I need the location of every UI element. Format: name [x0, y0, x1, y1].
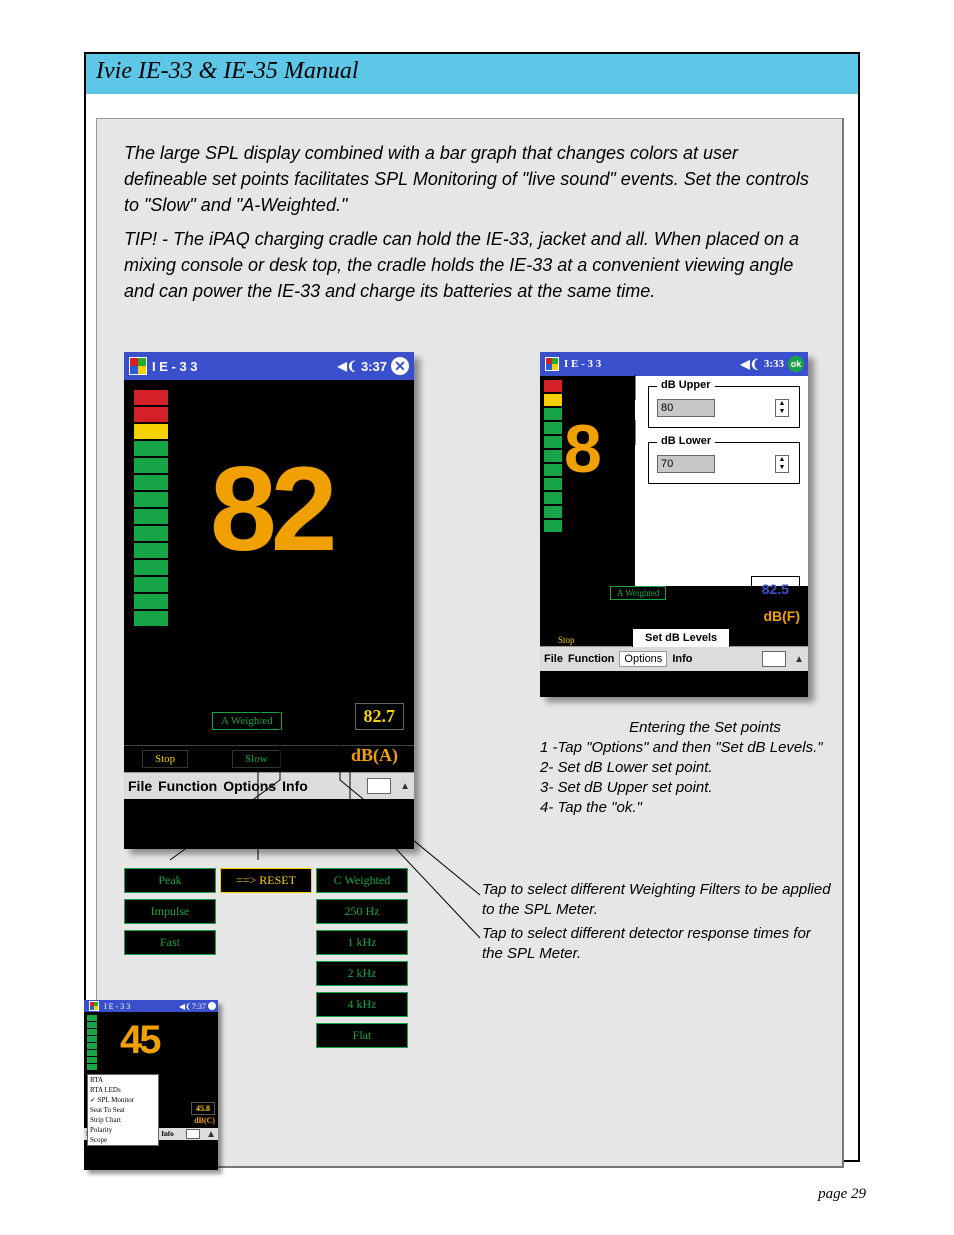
- clock: 3:37: [361, 359, 387, 374]
- speaker-icon[interactable]: ◀❨: [741, 357, 760, 372]
- close-icon[interactable]: [208, 1002, 216, 1010]
- sip-keyboard-icon[interactable]: [186, 1129, 200, 1139]
- clock: 7:37: [192, 1002, 206, 1011]
- opt-impulse[interactable]: Impulse: [124, 899, 216, 924]
- detector-options-column: Peak Impulse Fast: [124, 868, 216, 961]
- instr-4: 4- Tap the "ok.": [540, 798, 830, 818]
- opt-250hz[interactable]: 250 Hz: [316, 899, 408, 924]
- weighting-selector[interactable]: A Weighted: [212, 712, 282, 730]
- menu-function[interactable]: Function: [158, 778, 217, 794]
- weighting-selector[interactable]: A Weighted: [610, 586, 666, 600]
- speaker-icon[interactable]: ◀❨: [179, 1002, 192, 1011]
- menu-info[interactable]: Info: [161, 1130, 173, 1138]
- page-number: page 29: [818, 1186, 866, 1203]
- db-lower-label: dB Lower: [657, 435, 715, 447]
- tab-set-db-levels[interactable]: Set dB Levels: [632, 628, 730, 647]
- opt-reset[interactable]: ==> RESET: [220, 868, 312, 893]
- spl-minor-readout: 45.8: [191, 1102, 215, 1115]
- opt-peak[interactable]: Peak: [124, 868, 216, 893]
- menu-options[interactable]: Options: [223, 778, 276, 794]
- sip-chevron-up-icon[interactable]: ▲: [400, 781, 410, 792]
- window-titlebar: I E - 3 3 ◀❨ 3:37 ✕: [124, 352, 414, 380]
- sip-chevron-up-icon[interactable]: ▲: [206, 1129, 216, 1140]
- clock: 3:33: [764, 358, 784, 370]
- app-title: I E - 3 3: [152, 359, 198, 374]
- menu-item[interactable]: Seat To Seat: [88, 1105, 158, 1115]
- windows-start-icon[interactable]: [89, 1001, 99, 1011]
- level-bargraph: [134, 390, 168, 626]
- menu-info[interactable]: Info: [672, 653, 692, 665]
- db-upper-input[interactable]: 80: [657, 399, 715, 417]
- stop-button[interactable]: Stop: [550, 634, 583, 646]
- opt-2khz[interactable]: 2 kHz: [316, 961, 408, 986]
- function-menu-screenshot-mini: I E - 3 3 ◀❨ 7:37 45 RTA RTA LEDs SPL Mo…: [84, 1000, 218, 1170]
- close-icon[interactable]: ✕: [391, 357, 409, 375]
- reset-column: ==> RESET: [220, 868, 312, 899]
- opt-1khz[interactable]: 1 kHz: [316, 930, 408, 955]
- db-lower-spinner[interactable]: ▲▼: [775, 455, 789, 473]
- spl-monitor-screenshot-large: I E - 3 3 ◀❨ 3:37 ✕ 82 A Weighted 82.7 d…: [124, 352, 414, 848]
- ok-button[interactable]: ok: [788, 356, 804, 372]
- windows-start-icon[interactable]: [545, 357, 559, 371]
- db-upper-label: dB Upper: [657, 379, 715, 391]
- db-lower-input[interactable]: 70: [657, 455, 715, 473]
- db-upper-spinner[interactable]: ▲▼: [775, 399, 789, 417]
- weighting-options-column: C Weighted 250 Hz 1 kHz 2 kHz 4 kHz Flat: [316, 868, 408, 1054]
- menu-item-checked[interactable]: SPL Monitor: [88, 1095, 158, 1105]
- instr-2: 2- Set dB Lower set point.: [540, 758, 830, 778]
- partial-readout: 8: [564, 410, 634, 480]
- menu-options[interactable]: Options: [619, 651, 667, 667]
- menu-item[interactable]: Scope: [88, 1135, 158, 1145]
- level-bargraph-small: [544, 380, 562, 532]
- menu-item[interactable]: RTA: [88, 1075, 158, 1085]
- spl-unit: dB(A): [345, 743, 404, 768]
- app-title: I E - 3 3: [564, 358, 601, 370]
- menu-file[interactable]: File: [544, 653, 563, 665]
- windows-start-icon[interactable]: [129, 357, 147, 375]
- set-points-instructions: Entering the Set points 1 -Tap "Options"…: [540, 718, 830, 818]
- spl-unit: dB(C): [194, 1116, 215, 1125]
- instr-1: 1 -Tap "Options" and then "Set dB Levels…: [540, 738, 830, 758]
- app-title: I E - 3 3: [104, 1002, 130, 1011]
- menu-item[interactable]: RTA LEDs: [88, 1085, 158, 1095]
- detector-selector[interactable]: Slow: [232, 750, 281, 768]
- speaker-icon[interactable]: ◀❨: [338, 359, 357, 373]
- menubar: File Function Options Info ▲: [540, 646, 808, 671]
- function-popup-menu[interactable]: RTA RTA LEDs SPL Monitor Seat To Seat St…: [87, 1074, 159, 1146]
- annotation-detector: Tap to select different detector respons…: [482, 924, 832, 964]
- sip-keyboard-icon[interactable]: [367, 778, 391, 794]
- opt-4khz[interactable]: 4 kHz: [316, 992, 408, 1017]
- level-bargraph-mini: [87, 1015, 97, 1070]
- sip-chevron-up-icon[interactable]: ▲: [794, 654, 804, 665]
- spl-minor-readout: 82.5: [751, 576, 800, 602]
- spl-unit: dB(F): [763, 608, 800, 624]
- opt-fast[interactable]: Fast: [124, 930, 216, 955]
- spl-big-readout: 45: [120, 1018, 159, 1063]
- paragraph-2: TIP! - The iPAQ charging cradle can hold…: [124, 226, 824, 304]
- stop-button[interactable]: Stop: [142, 750, 188, 768]
- menu-item[interactable]: Strip Chart: [88, 1115, 158, 1125]
- body-copy: The large SPL display combined with a ba…: [124, 140, 824, 312]
- annotation-weighting: Tap to select different Weighting Filter…: [482, 880, 832, 920]
- db-upper-group: dB Upper 80 ▲▼: [648, 386, 800, 428]
- instr-3: 3- Set dB Upper set point.: [540, 778, 830, 798]
- instr-header: Entering the Set points: [540, 718, 830, 738]
- menu-function[interactable]: Function: [568, 653, 614, 665]
- paragraph-1: The large SPL display combined with a ba…: [124, 140, 824, 218]
- menu-info[interactable]: Info: [282, 778, 308, 794]
- menubar: File Function Options Info ▲: [124, 772, 414, 799]
- spl-minor-readout: 82.7: [355, 703, 405, 730]
- set-db-levels-screenshot: I E - 3 3 ◀❨ 3:33 ok 8 dB Upper: [540, 352, 808, 696]
- menu-file[interactable]: File: [128, 778, 152, 794]
- opt-flat[interactable]: Flat: [316, 1023, 408, 1048]
- spl-big-readout: 82: [210, 440, 331, 578]
- opt-cweighted[interactable]: C Weighted: [316, 868, 408, 893]
- page-title: Ivie IE-33 & IE-35 Manual: [96, 58, 359, 85]
- sip-keyboard-icon[interactable]: [762, 651, 786, 667]
- db-lower-group: dB Lower 70 ▲▼: [648, 442, 800, 484]
- menu-item[interactable]: Polarity: [88, 1125, 158, 1135]
